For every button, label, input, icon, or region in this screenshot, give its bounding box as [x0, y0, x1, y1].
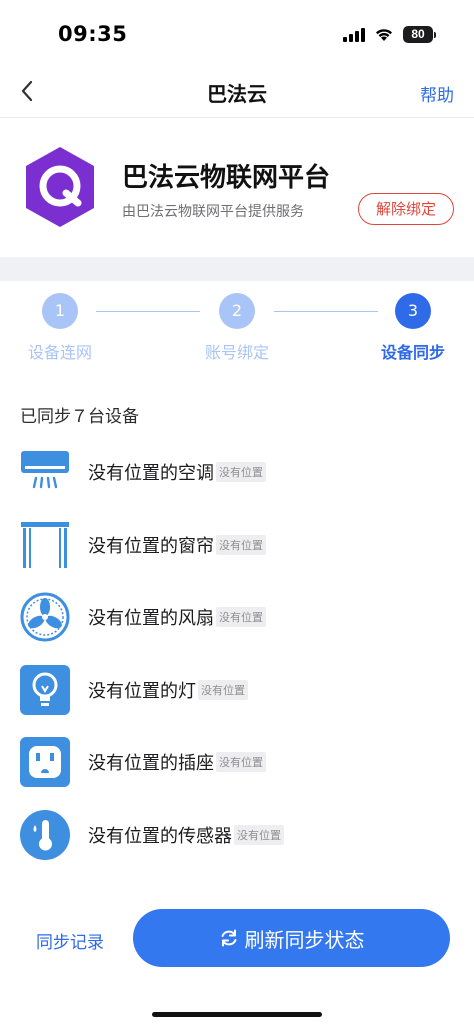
device-name: 没有位置的空调 [88, 463, 214, 485]
status-bar: 09:35 80 [0, 0, 474, 64]
stepper: 1 设备连网 2 账号绑定 3 设备同步 [0, 281, 474, 371]
step-label: 设备连网 [27, 343, 92, 362]
wifi-icon [376, 29, 392, 41]
page-title: 巴法云 [207, 82, 267, 106]
device-name: 没有位置的风扇 [88, 608, 214, 630]
home-indicator [152, 1012, 322, 1017]
light-bulb-icon [20, 664, 70, 715]
list-item[interactable]: 没有位置的灯 没有位置 [0, 654, 474, 727]
location-badge: 没有位置 [216, 752, 266, 773]
location-badge: 没有位置 [216, 534, 266, 555]
sync-log-link[interactable]: 同步记录 [36, 928, 104, 953]
device-name: 没有位置的窗帘 [88, 535, 214, 557]
status-icons: 80 [343, 26, 436, 43]
step-label: 账号绑定 [204, 343, 269, 362]
nav-bar: 巴法云 帮助 [0, 64, 474, 118]
device-name: 没有位置的传感器 [88, 825, 232, 847]
platform-subtitle: 由巴法云物联网平台提供服务 [122, 204, 304, 220]
platform-logo [26, 147, 94, 227]
list-item[interactable]: 没有位置的风扇 没有位置 [0, 581, 474, 654]
socket-icon [20, 737, 70, 788]
location-badge: 没有位置 [216, 607, 266, 628]
device-name: 没有位置的插座 [88, 753, 214, 775]
platform-name: 巴法云物联网平台 [122, 163, 331, 193]
step-number: 1 [42, 293, 78, 329]
fan-icon [20, 592, 70, 642]
list-item[interactable]: 没有位置的空调 没有位置 [0, 436, 474, 509]
air-conditioner-icon [20, 447, 70, 497]
list-item[interactable]: 没有位置的窗帘 没有位置 [0, 509, 474, 582]
synced-device-count: 已同步７台设备 [20, 407, 139, 427]
thermometer-icon [20, 809, 70, 860]
location-badge: 没有位置 [198, 679, 248, 700]
device-list: 没有位置的空调 没有位置 没有位置的窗帘 没有位置 没有位置的风扇 没有位置 没… [0, 436, 474, 871]
status-time: 09:35 [58, 22, 128, 46]
step-account-binding: 2 账号绑定 [177, 293, 297, 363]
battery-icon: 80 [403, 26, 436, 43]
refresh-icon [221, 929, 236, 947]
list-item[interactable]: 没有位置的插座 没有位置 [0, 726, 474, 799]
list-item[interactable]: 没有位置的传感器 没有位置 [0, 799, 474, 872]
curtain-icon [20, 520, 70, 570]
device-name: 没有位置的灯 [88, 680, 196, 702]
cellular-signal-icon [343, 27, 365, 42]
step-number: 3 [395, 293, 431, 329]
section-divider [0, 257, 474, 281]
step-device-network: 1 设备连网 [0, 293, 120, 363]
location-badge: 没有位置 [234, 824, 284, 845]
unbind-button[interactable]: 解除绑定 [358, 193, 454, 225]
location-badge: 没有位置 [216, 462, 266, 483]
step-label: 设备同步 [380, 343, 445, 362]
step-device-sync: 3 设备同步 [353, 293, 473, 363]
battery-level: 80 [403, 26, 433, 43]
refresh-sync-button[interactable]: 刷新同步状态 [133, 909, 450, 967]
help-link[interactable]: 帮助 [420, 81, 454, 106]
step-number: 2 [219, 293, 255, 329]
refresh-sync-label: 刷新同步状态 [244, 927, 365, 952]
platform-header: 巴法云物联网平台 由巴法云物联网平台提供服务 解除绑定 [0, 119, 474, 257]
